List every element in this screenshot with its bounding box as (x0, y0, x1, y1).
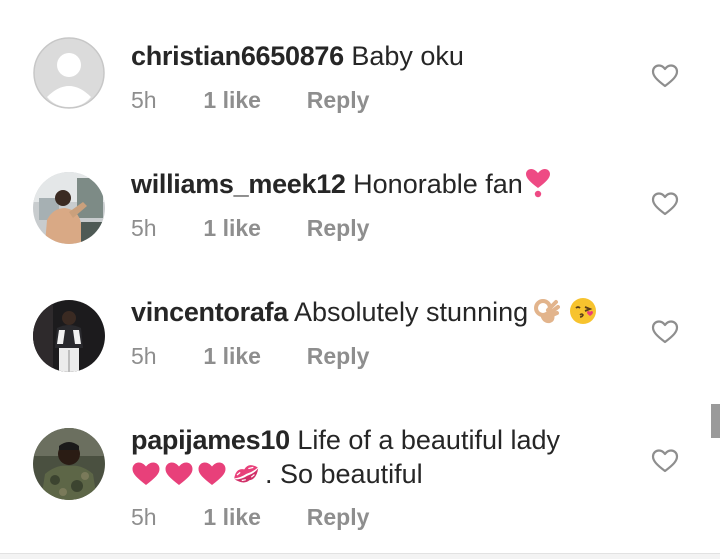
ok-hand-emoji-icon (530, 296, 561, 333)
comment-timestamp: 5h (131, 504, 157, 530)
user-photo-icon (33, 172, 105, 244)
comment-like-count[interactable]: 1 like (203, 503, 300, 531)
kissing-face-emoji-icon (568, 296, 598, 333)
avatar[interactable] (33, 172, 105, 244)
like-heart-icon[interactable] (651, 63, 679, 89)
comment-body: papijames10 Life of a beautiful lady (131, 424, 631, 456)
comment-body-second-line: . So beautiful (131, 458, 631, 494)
user-photo-icon (33, 428, 105, 500)
comment-timestamp: 5h (131, 215, 157, 241)
heart-emoji-icon (164, 461, 194, 494)
user-photo-icon (33, 300, 105, 372)
comment-text-continued: . So beautiful (265, 459, 423, 489)
avatar[interactable] (33, 300, 105, 372)
scrollbar-thumb[interactable] (711, 404, 720, 438)
kiss-mark-emoji-icon (230, 459, 262, 494)
comment-like-count[interactable]: 1 like (203, 86, 300, 114)
reply-button[interactable]: Reply (307, 342, 370, 370)
comment-text: Honorable fan (353, 169, 523, 199)
avatar[interactable] (33, 37, 105, 109)
heart-emoji-icon (131, 461, 161, 494)
divider (0, 553, 720, 559)
comment-meta: 5h 1 like Reply (131, 86, 369, 114)
comment-like-count[interactable]: 1 like (203, 342, 300, 370)
reply-button[interactable]: Reply (307, 214, 370, 242)
comment-username[interactable]: vincentorafa (131, 297, 288, 327)
reply-button[interactable]: Reply (307, 86, 370, 114)
like-heart-icon[interactable] (651, 319, 679, 345)
comment-timestamp: 5h (131, 343, 157, 369)
comment-text: Absolutely stunning (293, 297, 529, 327)
comment-like-count[interactable]: 1 like (203, 214, 300, 242)
comment-meta: 5h 1 like Reply (131, 503, 369, 531)
comment-username[interactable]: williams_meek12 (131, 169, 346, 199)
comment-username[interactable]: christian6650876 (131, 41, 344, 71)
comment-text: Life of a beautiful lady (297, 425, 560, 455)
like-heart-icon[interactable] (651, 448, 679, 474)
reply-button[interactable]: Reply (307, 503, 370, 531)
heart-exclamation-emoji-icon (525, 168, 551, 205)
heart-emoji-icon (197, 461, 227, 494)
comment-body: christian6650876 Baby oku (131, 40, 631, 72)
default-avatar-icon (33, 37, 105, 109)
comment-body: vincentorafa Absolutely stunning (131, 296, 631, 333)
like-heart-icon[interactable] (651, 191, 679, 217)
comment-username[interactable]: papijames10 (131, 425, 290, 455)
comment-body: williams_meek12 Honorable fan (131, 168, 631, 205)
comment-meta: 5h 1 like Reply (131, 342, 369, 370)
avatar[interactable] (33, 428, 105, 500)
comment-timestamp: 5h (131, 87, 157, 113)
comment-meta: 5h 1 like Reply (131, 214, 369, 242)
comment-text: Baby oku (351, 41, 464, 71)
